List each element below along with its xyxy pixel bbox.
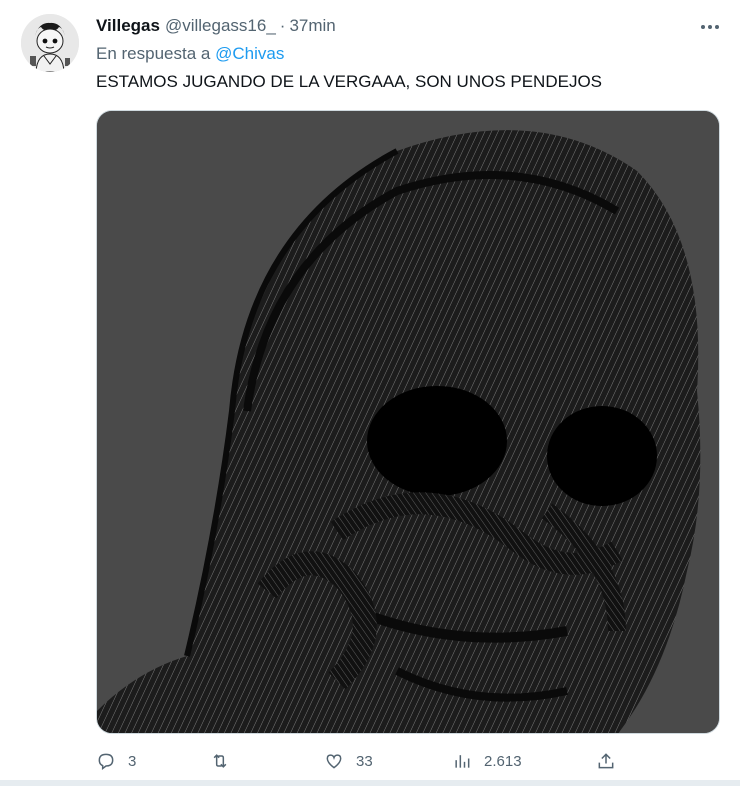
user-handle[interactable]: @villegass16_ <box>165 16 276 36</box>
display-name[interactable]: Villegas <box>96 16 160 36</box>
retweet-button[interactable] <box>210 748 242 774</box>
views-count: 2.613 <box>484 752 522 770</box>
avatar[interactable] <box>21 14 79 72</box>
more-horizontal-icon <box>701 25 719 29</box>
views-button[interactable]: 2.613 <box>452 748 522 774</box>
avatar-image <box>21 14 79 72</box>
separator-dot: · <box>279 16 286 35</box>
like-count: 33 <box>356 752 373 770</box>
analytics-icon <box>455 755 470 768</box>
tweet-media-image[interactable] <box>96 110 720 734</box>
tweet-header: Villegas @villegass16_ · 37min <box>96 15 336 37</box>
tweet-actions: 3 33 2.613 <box>96 748 626 774</box>
reply-context: En respuesta a @Chivas <box>96 44 284 64</box>
heart-icon <box>326 754 342 769</box>
more-options-button[interactable] <box>696 15 724 39</box>
reply-prefix: En respuesta a <box>96 44 211 63</box>
retweet-icon <box>213 754 227 768</box>
bottom-divider <box>0 780 740 786</box>
reply-mention-link[interactable]: @Chivas <box>215 44 284 63</box>
reply-count: 3 <box>128 752 137 770</box>
reply-button[interactable]: 3 <box>96 748 136 774</box>
share-icon <box>598 753 614 769</box>
like-button[interactable]: 33 <box>324 748 373 774</box>
reply-icon <box>98 753 114 770</box>
meme-face-image <box>97 111 719 733</box>
share-button[interactable] <box>596 748 616 774</box>
timestamp[interactable]: 37min <box>289 16 335 36</box>
tweet-text: ESTAMOS JUGANDO DE LA VERGAAA, SON UNOS … <box>96 72 603 91</box>
